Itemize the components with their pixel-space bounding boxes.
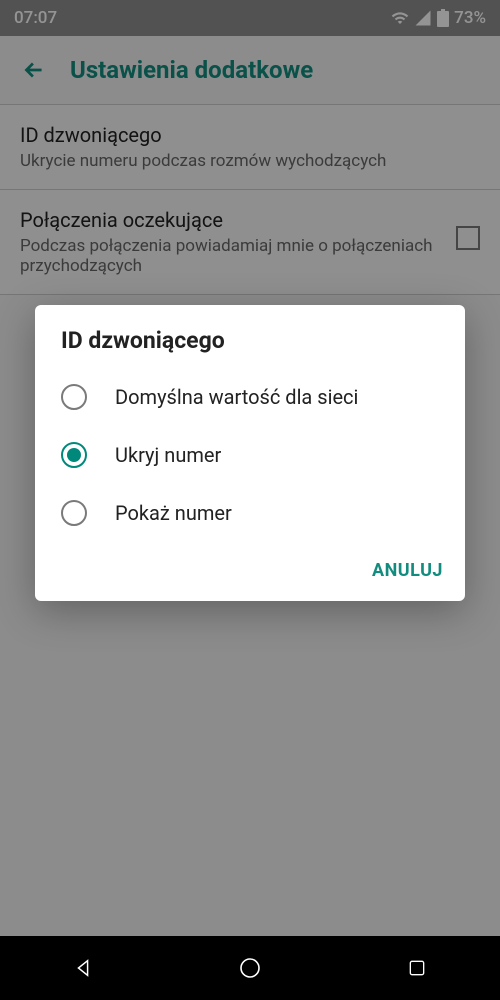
triangle-back-icon	[72, 957, 94, 979]
dialog-title: ID dzwoniącego	[35, 327, 465, 368]
nav-back-button[interactable]	[70, 955, 96, 981]
radio-icon-selected	[61, 442, 87, 468]
nav-recent-button[interactable]	[404, 955, 430, 981]
radio-label: Pokaż numer	[115, 501, 232, 525]
cancel-button[interactable]: ANULUJ	[372, 560, 443, 581]
caller-id-dialog: ID dzwoniącego Domyślna wartość dla siec…	[35, 305, 465, 601]
navigation-bar	[0, 936, 500, 1000]
square-recent-icon	[407, 958, 427, 978]
radio-icon	[61, 500, 87, 526]
circle-home-icon	[238, 956, 262, 980]
radio-label: Ukryj numer	[115, 443, 221, 467]
nav-home-button[interactable]	[237, 955, 263, 981]
radio-option-default[interactable]: Domyślna wartość dla sieci	[35, 368, 465, 426]
radio-option-hide[interactable]: Ukryj numer	[35, 426, 465, 484]
radio-icon	[61, 384, 87, 410]
radio-label: Domyślna wartość dla sieci	[115, 385, 358, 409]
dialog-actions: ANULUJ	[35, 542, 465, 591]
radio-option-show[interactable]: Pokaż numer	[35, 484, 465, 542]
